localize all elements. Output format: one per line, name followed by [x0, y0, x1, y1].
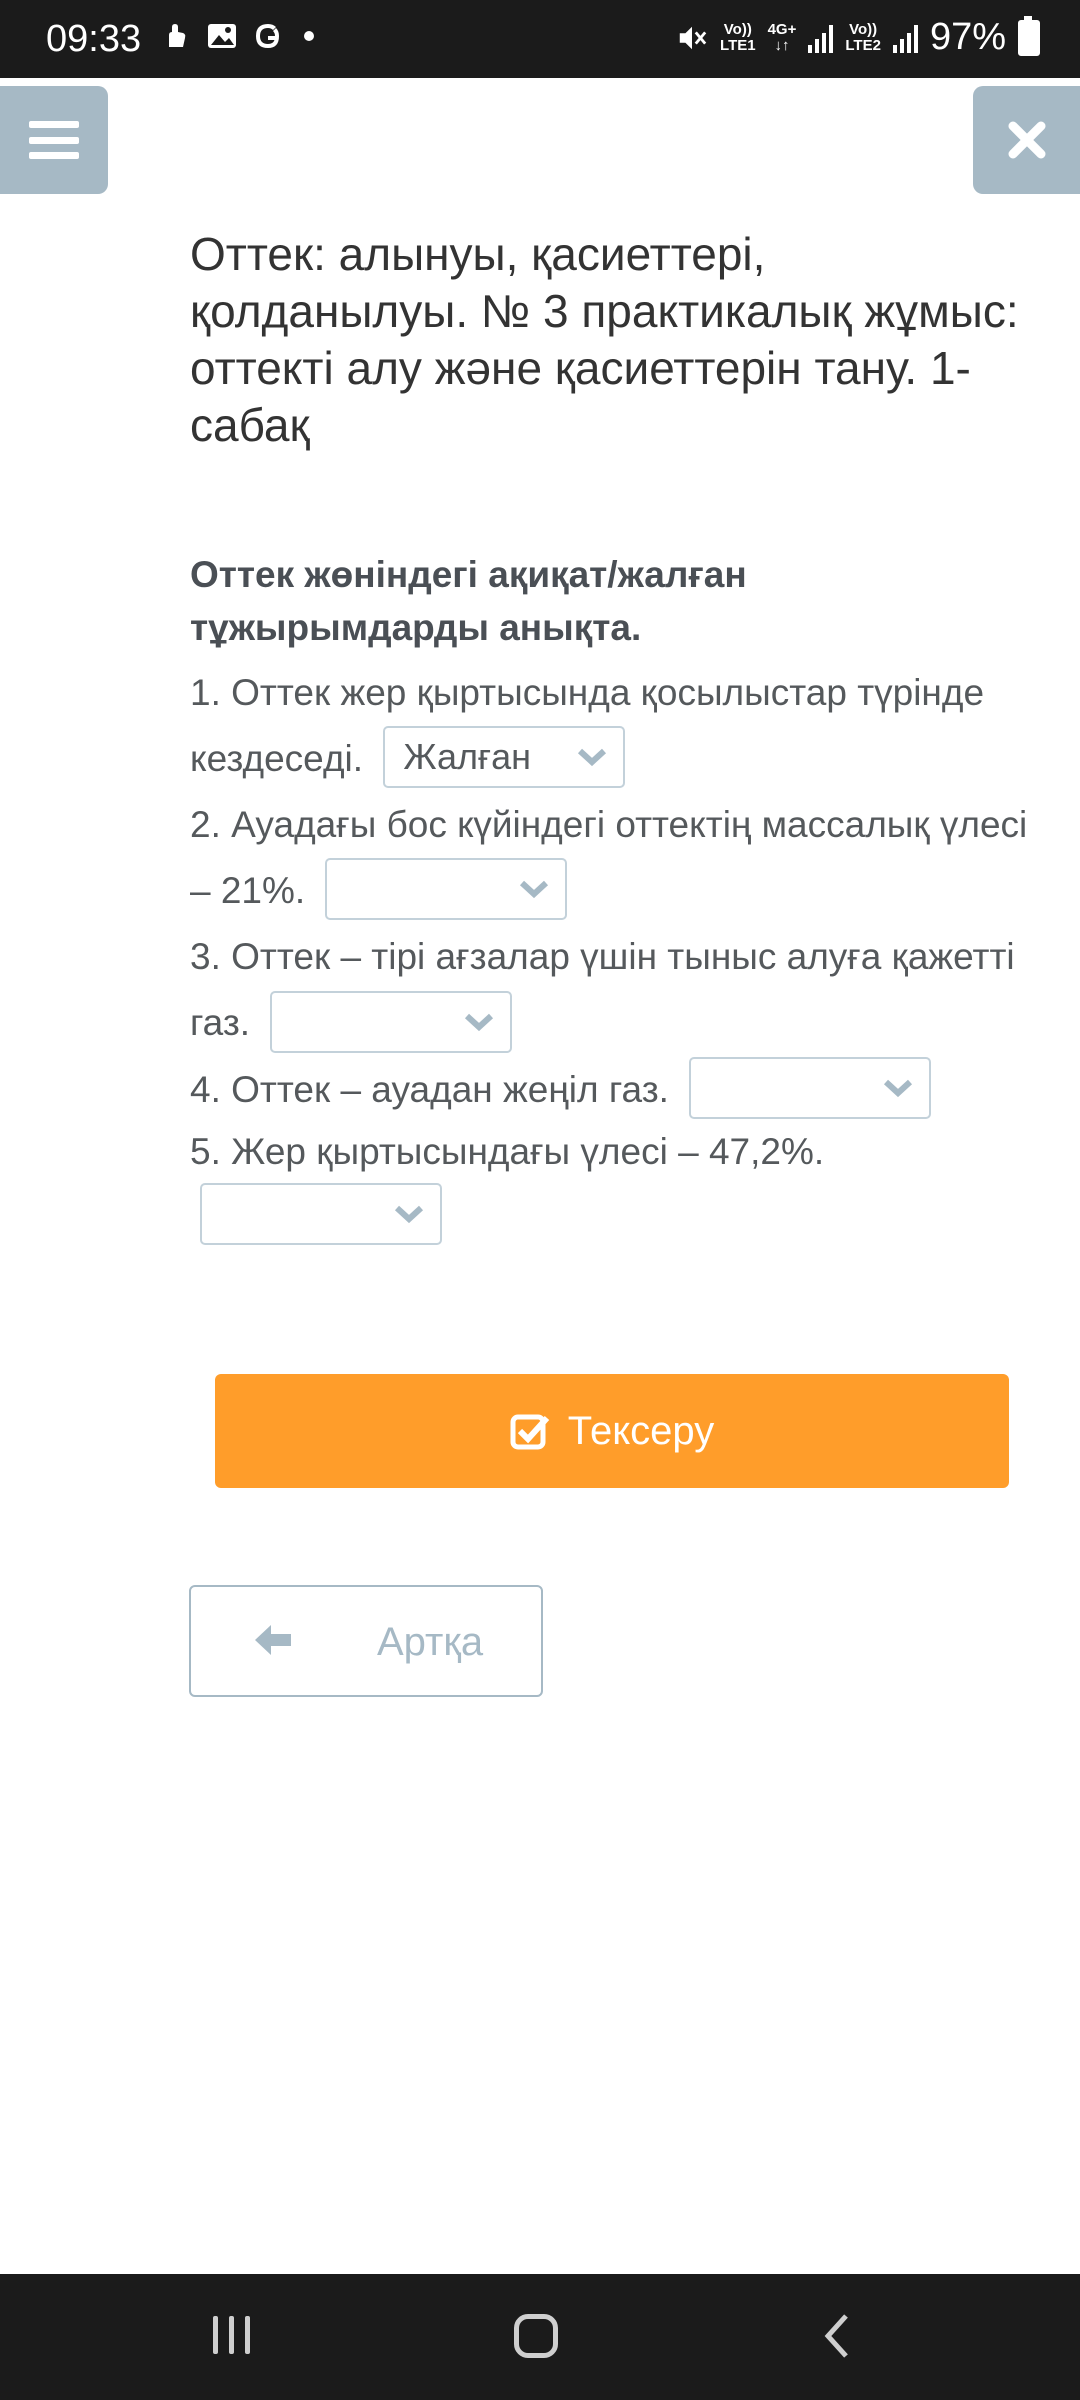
sim1-network: Vo)) LTE1 — [720, 20, 756, 54]
navigation-bar — [0, 2274, 1080, 2400]
statement-item-2: 2. Ауадағы бос күйіндегі оттектің массал… — [190, 792, 1040, 924]
sim2-label: LTE2 — [845, 36, 881, 54]
answer-dropdown-1[interactable]: Жалған — [383, 726, 626, 789]
answer-dropdown-3[interactable] — [270, 990, 513, 1053]
battery-percent: 97% — [929, 16, 1006, 58]
notification-icons — [160, 20, 314, 52]
arrow-left-icon — [255, 1625, 291, 1655]
statement-text: 2. Ауадағы бос күйіндегі оттектің массал… — [190, 804, 1028, 912]
chevron-down-icon — [884, 1079, 913, 1097]
check-button[interactable]: Тексеру — [215, 1374, 1009, 1488]
statement-item-4: 4. Оттек – ауадан жеңіл газ. — [190, 1056, 1040, 1123]
statement-list: 1. Оттек жер қыртысында қосылыстар түрін… — [190, 660, 1040, 1249]
data-network: 4G+ ↓↑ — [767, 20, 797, 54]
chevron-down-icon — [394, 1205, 424, 1223]
network-type: 4G+ — [767, 20, 797, 38]
statement-item-3: 3. Оттек – тірі ағзалар үшін тыныс алуға… — [190, 924, 1040, 1056]
chevron-down-icon — [465, 1013, 494, 1031]
back-nav-icon[interactable] — [822, 2312, 852, 2360]
recent-apps-icon[interactable] — [213, 2316, 250, 2354]
signal-icon-1 — [808, 23, 834, 53]
dropdown-value: Жалған — [403, 736, 532, 778]
answer-dropdown-2[interactable] — [325, 858, 568, 921]
close-button[interactable] — [973, 86, 1080, 194]
close-icon — [1008, 121, 1045, 159]
data-arrows: ↓↑ — [774, 36, 790, 54]
answer-dropdown-4[interactable] — [689, 1056, 932, 1119]
check-square-icon — [510, 1414, 550, 1450]
signal-icon-2 — [892, 23, 918, 53]
statement-item-5: 5. Жер қыртысындағы үлесі – 47,2%. — [190, 1123, 1040, 1249]
question-text: Оттек жөніндегі ақиқат/жалған тұжырымдар… — [190, 554, 747, 648]
sim2-network: Vo)) LTE2 — [845, 20, 881, 54]
battery-icon — [1018, 15, 1040, 56]
mute-icon — [676, 22, 708, 54]
home-icon[interactable] — [514, 2314, 558, 2358]
page-title: Оттек: алынуы, қасиеттері, қолданылуы. №… — [190, 228, 1019, 451]
image-icon — [206, 20, 238, 52]
hamburger-menu-icon — [29, 121, 79, 159]
statement-item-1: 1. Оттек жер қыртысында қосылыстар түрін… — [190, 660, 1040, 792]
answer-dropdown-5[interactable] — [200, 1182, 442, 1245]
status-bar: 09:33 Vo)) LTE1 4G+ ↓↑ Vo)) LTE2 97% — [0, 0, 1080, 78]
hand-icon — [160, 20, 192, 52]
chevron-down-icon — [578, 749, 607, 767]
system-icons: Vo)) LTE1 4G+ ↓↑ Vo)) LTE2 97% — [676, 15, 1040, 59]
back-button[interactable]: Артқа — [189, 1585, 543, 1697]
back-button-label: Артқа — [377, 1620, 484, 1664]
chevron-down-icon — [520, 881, 549, 899]
check-button-label: Тексеру — [567, 1408, 715, 1453]
google-icon — [252, 20, 284, 52]
more-notifications-dot — [304, 31, 314, 41]
statement-text: 4. Оттек – ауадан жеңіл газ. — [190, 1068, 669, 1110]
menu-button[interactable] — [0, 86, 108, 194]
sim1-label: LTE1 — [720, 36, 756, 54]
status-time: 09:33 — [46, 18, 142, 60]
statement-text: 5. Жер қыртысындағы үлесі – 47,2%. — [190, 1130, 825, 1172]
sim2-volte: Vo)) — [849, 20, 878, 38]
sim1-volte: Vo)) — [723, 20, 752, 38]
